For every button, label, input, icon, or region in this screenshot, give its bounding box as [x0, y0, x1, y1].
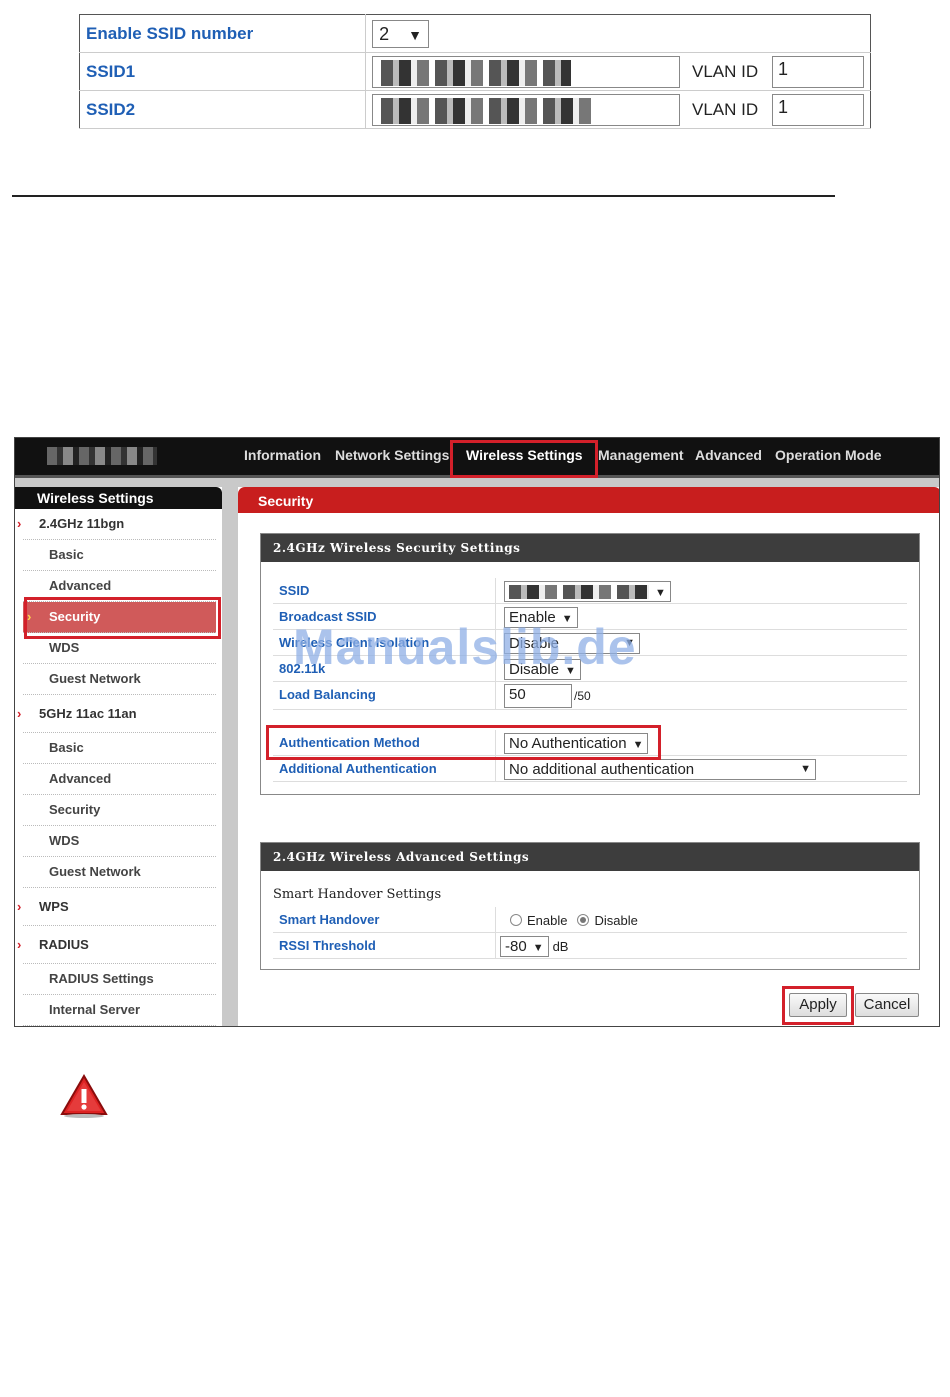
chevron-down-icon: ▼: [655, 586, 666, 599]
sidebar-item-basic[interactable]: Basic: [23, 540, 216, 571]
chevron-down-icon: ▼: [532, 941, 544, 954]
ssid-number-table: Enable SSID number 2 ▼ SSID1 VLAN ID 1 S…: [79, 14, 871, 129]
load-balancing-max: /50: [574, 689, 591, 703]
sidebar-item-wds[interactable]: WDS: [23, 826, 216, 857]
additional-auth-select[interactable]: No additional authentication ▼: [504, 758, 816, 780]
ssid1-vlan-input[interactable]: 1: [772, 55, 864, 88]
ssid1-label: SSID1: [79, 52, 367, 91]
sidebar-item-guest-network[interactable]: Guest Network: [23, 664, 216, 695]
sidebar-section-5ghz[interactable]: › 5GHz 11ac 11an: [17, 695, 216, 733]
watermark: Manualslib.de: [293, 619, 637, 675]
router-admin-screenshot: Information Network Settings Wireless Se…: [14, 437, 940, 1027]
vlan-id-label: VLAN ID: [692, 99, 759, 119]
chevron-right-icon: ›: [17, 899, 22, 914]
sidebar-item-security[interactable]: Security: [23, 795, 216, 826]
chevron-down-icon: ▼: [408, 26, 422, 43]
enable-radio[interactable]: [510, 914, 522, 926]
sidebar-title: Wireless Settings: [15, 487, 222, 509]
chevron-right-icon: ›: [17, 937, 22, 952]
sidebar-item-guest-network[interactable]: Guest Network: [23, 857, 216, 888]
sidebar-section-wps[interactable]: › WPS: [17, 888, 216, 926]
divider: [12, 195, 835, 197]
sidebar-item-internal-server[interactable]: Internal Server: [23, 995, 216, 1026]
sidebar-section-radius[interactable]: › RADIUS: [17, 926, 216, 964]
ssid-row: SSID ▼: [273, 578, 907, 604]
nav-network-settings[interactable]: Network Settings: [335, 438, 449, 476]
disable-radio[interactable]: [577, 914, 590, 926]
load-balancing-input[interactable]: 50: [504, 684, 572, 708]
nav-operation-mode[interactable]: Operation Mode: [775, 438, 882, 476]
chevron-down-icon: ▼: [800, 762, 811, 775]
panel-title: 2.4GHz Wireless Security Settings: [261, 534, 919, 562]
highlight-box: [266, 725, 661, 760]
warning-icon: [60, 1074, 108, 1123]
sidebar-item-advanced[interactable]: Advanced: [23, 764, 216, 795]
ssid-select[interactable]: ▼: [504, 580, 671, 602]
enable-ssid-number-select[interactable]: 2 ▼: [372, 19, 429, 48]
ssid2-label: SSID2: [79, 90, 367, 129]
brand-logo: [47, 447, 157, 465]
ssid2-vlan-input[interactable]: 1: [772, 93, 864, 126]
ssid1-input[interactable]: [372, 55, 681, 88]
vlan-id-label: VLAN ID: [692, 61, 759, 81]
sidebar: Wireless Settings › 2.4GHz 11bgn Basic Ad…: [15, 487, 222, 1026]
nav-information[interactable]: Information: [244, 438, 321, 476]
smart-handover-heading: Smart Handover Settings: [273, 887, 442, 902]
highlight-box: [450, 440, 598, 478]
blurred-ssid: [381, 59, 572, 86]
sidebar-item-basic[interactable]: Basic: [23, 733, 216, 764]
chevron-right-icon: ›: [17, 516, 22, 531]
rssi-threshold-row: RSSI Threshold -80 ▼ dB: [273, 933, 907, 959]
chevron-right-icon: ›: [17, 706, 22, 721]
smart-handover-row: Smart Handover Enable Disable: [273, 907, 907, 933]
load-balancing-row: Load Balancing 50/50: [273, 682, 907, 710]
panel-title: 2.4GHz Wireless Advanced Settings: [261, 843, 919, 871]
nav-management[interactable]: Management: [598, 438, 684, 476]
sidebar-section-24ghz[interactable]: › 2.4GHz 11bgn: [17, 509, 216, 540]
blurred-ssid: [381, 97, 597, 124]
section-title: Security: [238, 487, 939, 513]
enable-ssid-number-label: Enable SSID number: [79, 14, 367, 53]
cancel-button[interactable]: Cancel: [855, 993, 919, 1017]
main-content: Security 2.4GHz Wireless Security Settin…: [238, 487, 939, 1026]
sidebar-item-radius-settings[interactable]: RADIUS Settings: [23, 964, 216, 995]
ssid2-input[interactable]: [372, 93, 681, 126]
nav-advanced[interactable]: Advanced: [695, 438, 762, 476]
highlight-box: [24, 597, 221, 639]
rssi-threshold-select[interactable]: -80 ▼: [500, 935, 549, 957]
advanced-settings-panel: 2.4GHz Wireless Advanced Settings Smart …: [260, 842, 920, 970]
highlight-box: [782, 986, 854, 1025]
